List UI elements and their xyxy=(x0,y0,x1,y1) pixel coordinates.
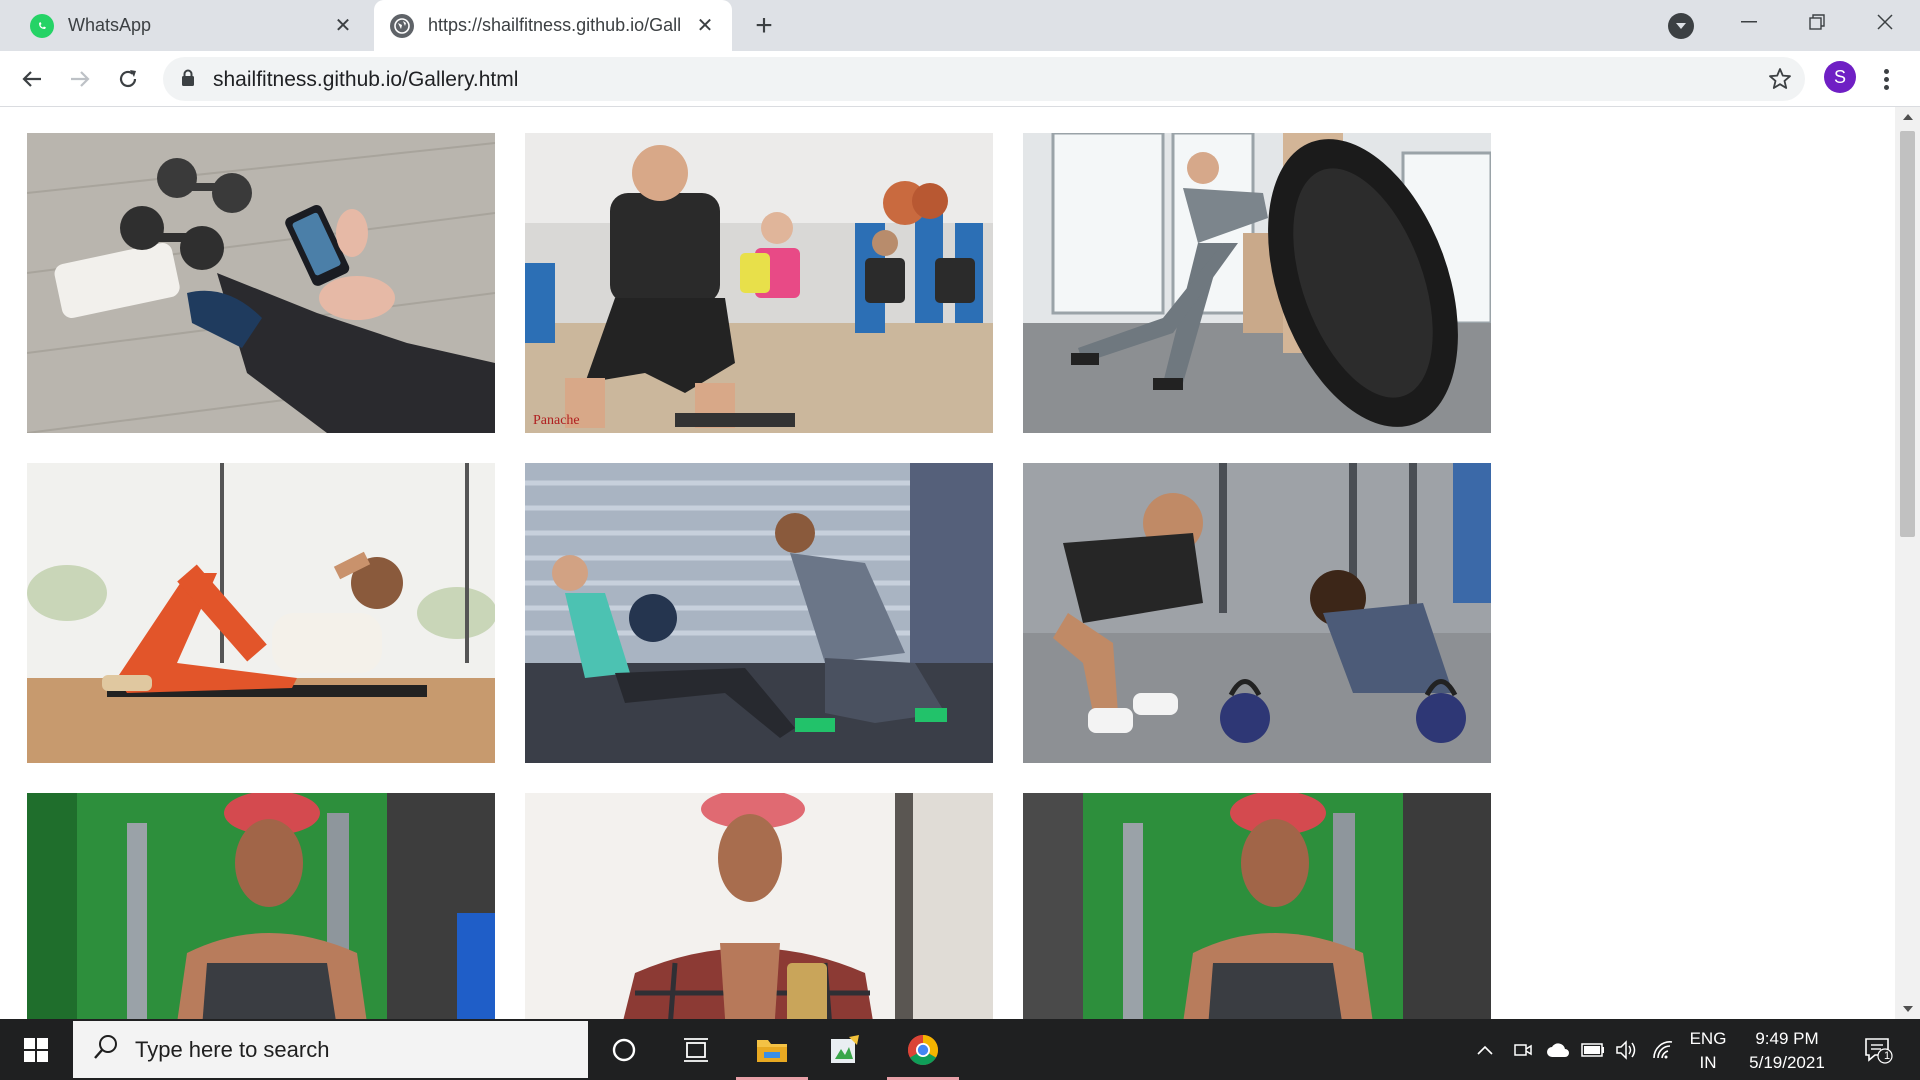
close-window-button[interactable] xyxy=(1854,0,1916,44)
chevron-down-icon xyxy=(1676,23,1686,29)
close-icon[interactable]: ✕ xyxy=(330,13,356,39)
gallery-image xyxy=(27,133,495,433)
bookmark-star-icon[interactable] xyxy=(1767,66,1793,92)
language-indicator[interactable]: ENG IN xyxy=(1686,1027,1730,1075)
gallery-grid: Panache xyxy=(27,133,1497,1019)
app-button[interactable] xyxy=(809,1019,881,1080)
clock-date: 5/19/2021 xyxy=(1749,1053,1825,1072)
arrow-right-icon xyxy=(71,71,90,87)
profile-avatar[interactable]: S xyxy=(1824,61,1856,93)
tab-strip: WhatsApp ✕ https://shailfitness.github.i… xyxy=(0,0,1920,51)
network-button[interactable] xyxy=(1648,1019,1678,1080)
battery-button[interactable] xyxy=(1578,1019,1608,1080)
tab-whatsapp[interactable]: WhatsApp ✕ xyxy=(10,0,370,51)
cortana-icon xyxy=(612,1038,636,1061)
task-view-icon xyxy=(684,1037,708,1062)
taskbar: Type here to search ENG IN 9:49 PM 5/19/… xyxy=(0,1019,1920,1080)
reload-icon xyxy=(119,70,137,88)
cortana-button[interactable] xyxy=(588,1019,660,1080)
gallery-image xyxy=(525,793,993,1019)
language-region: IN xyxy=(1699,1053,1717,1072)
notification-count: 1 xyxy=(1883,1050,1891,1062)
tab-search-button[interactable] xyxy=(1668,13,1694,39)
file-explorer-button[interactable] xyxy=(736,1019,808,1080)
scroll-up-arrow[interactable] xyxy=(1895,107,1920,127)
language-code: ENG xyxy=(1689,1029,1727,1048)
show-hidden-icons-button[interactable] xyxy=(1470,1019,1500,1080)
meet-now-icon xyxy=(1514,1043,1532,1056)
tab-title: WhatsApp xyxy=(68,15,152,35)
browser-toolbar: shailfitness.github.io/Gallery.html S xyxy=(0,51,1920,107)
battery-icon xyxy=(1581,1042,1604,1057)
gallery-image xyxy=(525,463,993,763)
meet-now-button[interactable] xyxy=(1508,1019,1538,1080)
new-tab-button[interactable]: + xyxy=(748,9,780,42)
restore-button[interactable] xyxy=(1786,0,1848,44)
gallery-image xyxy=(1023,133,1491,433)
arrow-left-icon xyxy=(22,71,41,87)
back-button[interactable] xyxy=(14,61,50,97)
globe-icon xyxy=(390,13,414,38)
image-watermark: Panache xyxy=(533,413,580,428)
app-icon xyxy=(831,1034,859,1063)
speaker-icon xyxy=(1616,1039,1636,1060)
chrome-icon xyxy=(907,1034,939,1065)
browser-menu-button[interactable] xyxy=(1872,63,1900,95)
search-icon xyxy=(93,1034,119,1065)
vertical-scrollbar[interactable] xyxy=(1895,107,1920,1019)
start-button[interactable] xyxy=(0,1019,72,1080)
windows-icon xyxy=(24,1037,48,1062)
page-viewport: Panache xyxy=(0,107,1920,1019)
clock-time: 9:49 PM xyxy=(1755,1029,1819,1048)
clock[interactable]: 9:49 PM 5/19/2021 xyxy=(1742,1027,1832,1075)
task-view-button[interactable] xyxy=(660,1019,732,1080)
action-center-button[interactable]: 1 xyxy=(1850,1019,1906,1080)
gallery-image xyxy=(1023,463,1491,763)
taskbar-search-box[interactable]: Type here to search xyxy=(73,1021,588,1078)
gallery-image: 06 xyxy=(27,793,495,1019)
chrome-button[interactable] xyxy=(887,1019,959,1080)
reload-button[interactable] xyxy=(110,61,146,97)
url-text[interactable]: shailfitness.github.io/Gallery.html xyxy=(213,68,518,92)
tab-gallery[interactable]: https://shailfitness.github.io/Gall ✕ xyxy=(374,0,732,51)
lock-icon xyxy=(181,69,195,92)
onedrive-button[interactable] xyxy=(1541,1019,1575,1080)
volume-button[interactable] xyxy=(1612,1019,1642,1080)
address-bar[interactable]: shailfitness.github.io/Gallery.html xyxy=(163,57,1805,101)
scroll-down-arrow[interactable] xyxy=(1895,999,1920,1019)
tab-title: https://shailfitness.github.io/Gall xyxy=(428,15,682,35)
avatar-initial: S xyxy=(1833,66,1846,87)
gallery-image: Panache xyxy=(525,133,993,433)
forward-button[interactable] xyxy=(62,61,98,97)
folder-icon xyxy=(757,1039,787,1062)
search-placeholder: Type here to search xyxy=(135,1036,330,1062)
wifi-icon xyxy=(1653,1040,1673,1058)
chevron-up-icon xyxy=(1477,1045,1493,1055)
whatsapp-icon xyxy=(30,13,54,38)
cloud-icon xyxy=(1547,1042,1569,1057)
minimize-button[interactable] xyxy=(1718,0,1780,44)
scrollbar-thumb[interactable] xyxy=(1900,131,1915,537)
gallery-image: 06 xyxy=(1023,793,1491,1019)
gallery-image xyxy=(27,463,495,763)
close-icon[interactable]: ✕ xyxy=(692,13,718,39)
